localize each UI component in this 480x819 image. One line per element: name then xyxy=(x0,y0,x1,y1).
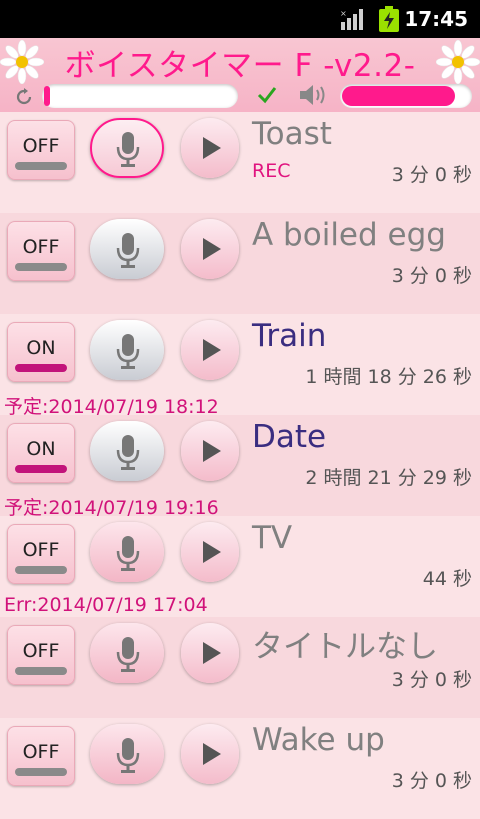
toggle-button[interactable]: OFF xyxy=(7,221,75,281)
timer-duration: 3 分 0 秒 xyxy=(391,265,472,287)
play-icon xyxy=(203,238,221,260)
play-button[interactable] xyxy=(181,320,239,380)
timer-title[interactable]: TV xyxy=(252,520,292,556)
record-button[interactable] xyxy=(90,320,164,380)
toggle-label: OFF xyxy=(22,539,60,561)
timer-title[interactable]: Toast xyxy=(252,116,332,152)
toggle-label: OFF xyxy=(22,640,60,662)
timer-duration: 3 分 0 秒 xyxy=(391,770,472,792)
microphone-icon xyxy=(116,738,140,773)
volume-slider[interactable] xyxy=(340,84,472,108)
microphone-icon xyxy=(116,334,140,369)
toggle-button[interactable]: OFF xyxy=(7,625,75,685)
microphone-icon xyxy=(116,435,140,470)
timer-list: OFF Toast REC 3 分 0 秒 OFF A boiled egg 3… xyxy=(0,112,480,819)
record-button[interactable] xyxy=(90,421,164,481)
volume-fill xyxy=(342,86,455,106)
record-button[interactable] xyxy=(90,522,164,582)
play-button[interactable] xyxy=(181,522,239,582)
toggle-button[interactable]: OFF xyxy=(7,524,75,584)
timer-title[interactable]: A boiled egg xyxy=(252,217,446,253)
daisy-icon xyxy=(436,40,480,84)
toggle-label: OFF xyxy=(22,741,60,763)
svg-text:×: × xyxy=(340,9,347,18)
play-icon xyxy=(203,137,221,159)
error-time: Err:2014/07/19 17:04 xyxy=(4,594,208,616)
microphone-icon xyxy=(116,536,140,571)
timer-row: OFF TV 44 秒 Err:2014/07/19 17:04 xyxy=(0,516,480,617)
timer-title[interactable]: タイトルなし xyxy=(252,621,438,666)
toggle-button[interactable]: ON xyxy=(7,322,75,382)
toggle-label: ON xyxy=(26,438,56,460)
toggle-indicator xyxy=(15,162,67,170)
timer-row: OFF Wake up 3 分 0 秒 xyxy=(0,718,480,819)
timer-title[interactable]: Train xyxy=(252,318,326,354)
toggle-indicator xyxy=(15,768,67,776)
microphone-icon xyxy=(116,132,140,167)
toggle-indicator xyxy=(15,667,67,675)
progress-bar xyxy=(42,84,238,108)
timer-row: OFF タイトルなし 3 分 0 秒 xyxy=(0,617,480,718)
timer-duration: 44 秒 xyxy=(422,568,472,590)
toggle-button[interactable]: OFF xyxy=(7,120,75,180)
play-icon xyxy=(203,642,221,664)
volume-icon[interactable] xyxy=(298,82,330,108)
toggle-indicator xyxy=(15,263,67,271)
record-button[interactable] xyxy=(90,724,164,784)
timer-duration: 1 時間 18 分 26 秒 xyxy=(305,366,472,388)
signal-icon: × xyxy=(340,9,363,30)
play-icon xyxy=(203,541,221,563)
battery-charging-icon xyxy=(379,6,399,32)
timer-row: ON Date 2 時間 21 分 29 秒 予定:2014/07/19 19:… xyxy=(0,415,480,519)
timer-row: OFF A boiled egg 3 分 0 秒 xyxy=(0,213,480,314)
timer-duration: 2 時間 21 分 29 秒 xyxy=(305,467,472,489)
microphone-icon xyxy=(116,233,140,268)
reset-icon[interactable] xyxy=(14,87,34,107)
record-button[interactable] xyxy=(90,623,164,683)
toggle-indicator xyxy=(15,364,67,372)
timer-duration: 3 分 0 秒 xyxy=(391,164,472,186)
status-bar: × 17:45 xyxy=(0,0,480,38)
play-button[interactable] xyxy=(181,724,239,784)
microphone-icon xyxy=(116,637,140,672)
record-status: REC xyxy=(252,160,291,182)
play-button[interactable] xyxy=(181,421,239,481)
toggle-label: ON xyxy=(26,337,56,359)
record-button[interactable] xyxy=(90,219,164,279)
record-button[interactable] xyxy=(90,118,164,178)
timer-duration: 3 分 0 秒 xyxy=(391,669,472,691)
toggle-button[interactable]: ON xyxy=(7,423,75,483)
timer-title[interactable]: Wake up xyxy=(252,722,385,758)
toggle-button[interactable]: OFF xyxy=(7,726,75,786)
play-button[interactable] xyxy=(181,118,239,178)
check-icon xyxy=(257,87,277,104)
play-button[interactable] xyxy=(181,623,239,683)
play-icon xyxy=(203,743,221,765)
toggle-indicator xyxy=(15,465,67,473)
toggle-indicator xyxy=(15,566,67,574)
app-header: ボイスタイマー F -v2.2- xyxy=(0,38,480,112)
play-icon xyxy=(203,440,221,462)
clock: 17:45 xyxy=(404,7,468,31)
app-title: ボイスタイマー F -v2.2- xyxy=(64,48,416,84)
timer-title[interactable]: Date xyxy=(252,419,326,455)
timer-row: ON Train 1 時間 18 分 26 秒 予定:2014/07/19 18… xyxy=(0,314,480,418)
toggle-label: OFF xyxy=(22,135,60,157)
timer-row: OFF Toast REC 3 分 0 秒 xyxy=(0,112,480,213)
play-button[interactable] xyxy=(181,219,239,279)
play-icon xyxy=(203,339,221,361)
toggle-label: OFF xyxy=(22,236,60,258)
progress-fill xyxy=(44,86,50,106)
